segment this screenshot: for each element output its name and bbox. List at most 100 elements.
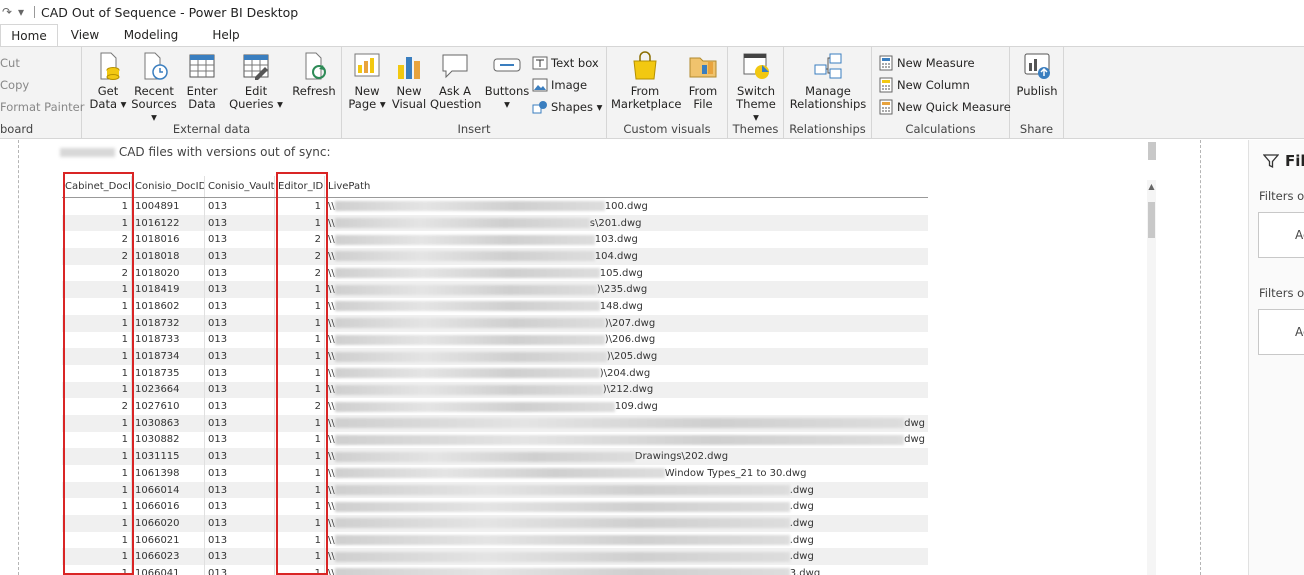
livepath-suffix: )\235.dwg bbox=[596, 284, 648, 296]
manage-relationships-button[interactable]: Manage Relationships bbox=[788, 51, 868, 111]
ask-question-label-1: Ask A bbox=[438, 84, 472, 98]
new-measure-button[interactable]: New Measure bbox=[878, 55, 975, 71]
column-header-conisio-vault[interactable]: Conisio_Vault bbox=[205, 176, 275, 197]
tab-help[interactable]: Help bbox=[190, 24, 262, 46]
new-quick-measure-label: New Quick Measure bbox=[897, 100, 1011, 114]
table-row[interactable]: 1 1018602 013 1 \\ 148.dwg bbox=[62, 298, 928, 315]
livepath-prefix: \\ bbox=[328, 467, 335, 479]
recent-sources-button[interactable]: Recent Sources ▾ bbox=[130, 51, 178, 124]
get-data-button[interactable]: Get Data ▾ bbox=[88, 51, 128, 111]
column-header-conisio-docid[interactable]: Conisio_DocID bbox=[132, 176, 205, 197]
table-row[interactable]: 1 1066041 013 1 \\ 3.dwg bbox=[62, 565, 928, 575]
marketplace-icon bbox=[633, 51, 657, 80]
table-row[interactable]: 1 1030863 013 1 \\ dwg bbox=[62, 414, 928, 432]
theme-icon bbox=[743, 53, 769, 79]
buttons-label: Buttons bbox=[484, 84, 530, 98]
recent-sources-icon bbox=[144, 52, 168, 80]
table-row[interactable]: 1 1066023 013 1 \\ .dwg bbox=[62, 548, 928, 566]
refresh-button[interactable]: Refresh bbox=[290, 51, 338, 98]
format-painter-button[interactable]: Format Painter bbox=[0, 100, 84, 114]
column-header-livepath[interactable]: LivePath bbox=[325, 176, 928, 197]
cell-livepath: \\ dwg bbox=[325, 415, 928, 432]
group-label-themes: Themes bbox=[732, 122, 779, 136]
cell-conisio-docid: 1023664 bbox=[132, 381, 205, 399]
table-row[interactable]: 1 1018732 013 1 \\)\207.dwg bbox=[62, 314, 928, 332]
text-box-button[interactable]: Text box bbox=[532, 55, 599, 71]
copy-button[interactable]: Copy bbox=[0, 78, 29, 92]
cell-conisio-docid: 1016122 bbox=[132, 214, 205, 232]
table-row[interactable]: 1 1018734 013 1 \\)\205.dwg bbox=[62, 348, 928, 365]
table-row[interactable]: 2 1018016 013 2 \\ 103.dwg bbox=[62, 231, 928, 249]
redacted-path bbox=[334, 201, 605, 212]
table-row[interactable]: 1 1030882 013 1 \\ dwg bbox=[62, 431, 928, 449]
tab-home[interactable]: Home bbox=[0, 24, 58, 46]
table-row[interactable]: 2 1027610 013 2 \\ 109.dwg bbox=[62, 398, 928, 415]
cell-livepath: \\ 109.dwg bbox=[325, 398, 928, 415]
cell-livepath: \\ )\205.dwg bbox=[325, 348, 928, 365]
new-column-button[interactable]: New Column bbox=[878, 77, 970, 93]
table-row[interactable]: 1 1061398 013 1 \\ Window Types_21 to 30.dwg bbox=[62, 465, 928, 482]
ask-question-button[interactable]: Ask A Question bbox=[430, 51, 481, 111]
redacted-path bbox=[334, 384, 603, 395]
publish-button[interactable]: Publish bbox=[1014, 51, 1060, 98]
cell-livepath: \\)\207.dwg bbox=[325, 315, 928, 332]
cell-conisio-docid: 1061398 bbox=[132, 465, 205, 482]
from-file-button[interactable]: From File bbox=[681, 51, 725, 111]
enter-data-button[interactable]: Enter Data bbox=[182, 51, 222, 111]
new-column-label: New Column bbox=[897, 78, 970, 92]
customize-quick-access-icon[interactable]: ▾ bbox=[14, 5, 28, 19]
buttons-button[interactable]: Buttons ▾ bbox=[482, 51, 532, 111]
report-canvas[interactable]: CAD files with versions out of sync: Cab… bbox=[0, 140, 1304, 575]
table-vertical-scrollbar[interactable]: ▲ bbox=[1147, 180, 1156, 575]
cell-livepath: \\ 148.dwg bbox=[325, 298, 928, 315]
tab-view[interactable]: View bbox=[58, 24, 112, 46]
switch-theme-button[interactable]: Switch Theme ▾ bbox=[732, 51, 780, 124]
table-row[interactable]: 2 1018018 013 2 \\ 104.dwg bbox=[62, 248, 928, 265]
cell-conisio-docid: 1066023 bbox=[132, 548, 205, 566]
table-row[interactable]: 1 1004891 013 1 \\ 100.dwg bbox=[62, 198, 928, 215]
image-button[interactable]: Image bbox=[532, 77, 587, 93]
redacted-path bbox=[334, 401, 615, 412]
cell-livepath: \\ .dwg bbox=[325, 548, 928, 565]
tab-modeling[interactable]: Modeling bbox=[112, 24, 190, 46]
livepath-prefix: \\ bbox=[328, 401, 335, 413]
table-row[interactable]: 1 1031115 013 1 \\ Drawings\202.dwg bbox=[62, 448, 928, 465]
livepath-prefix: \\ bbox=[328, 484, 335, 496]
data-table[interactable]: Cabinet_DocID Conisio_DocID Conisio_Vaul… bbox=[62, 176, 928, 575]
from-marketplace-button[interactable]: From Marketplace bbox=[611, 51, 681, 111]
redo-icon[interactable]: ↷ bbox=[0, 5, 14, 19]
new-visual-icon bbox=[398, 57, 420, 79]
table-row[interactable]: 1 1066021 013 1 \\ .dwg bbox=[62, 531, 928, 549]
livepath-prefix: \\ bbox=[328, 351, 335, 363]
livepath-suffix: )\205.dwg bbox=[606, 351, 658, 363]
edit-queries-button[interactable]: Edit Queries ▾ bbox=[228, 51, 284, 111]
table-row[interactable]: 1 1018419 013 1 \\)\235.dwg bbox=[62, 281, 928, 299]
table-row[interactable]: 1 1023664 013 1 \\)\212.dwg bbox=[62, 381, 928, 399]
redacted-path bbox=[334, 234, 595, 245]
group-label-calculations: Calculations bbox=[905, 122, 976, 136]
cut-button[interactable]: Cut bbox=[0, 56, 20, 70]
table-row[interactable]: 1 1018733 013 1 \\)\206.dwg bbox=[62, 331, 928, 349]
table-row[interactable]: 1 1066016 013 1 \\ .dwg bbox=[62, 498, 928, 516]
calculations-group: New Measure New Column New Quick Measure… bbox=[872, 47, 1011, 139]
new-quick-measure-button[interactable]: New Quick Measure bbox=[878, 99, 1011, 115]
new-page-button[interactable]: New Page ▾ bbox=[348, 51, 386, 111]
new-page-icon bbox=[354, 53, 380, 77]
calculator-icon bbox=[879, 77, 893, 93]
add-filter-field-2[interactable]: Ac bbox=[1258, 309, 1304, 355]
new-visual-button[interactable]: New Visual bbox=[390, 51, 428, 111]
table-row[interactable]: 1 1016122 013 1 \\ s\201.dwg bbox=[62, 214, 928, 232]
cell-livepath: \\ s\201.dwg bbox=[325, 215, 928, 232]
cell-livepath: \\)\204.dwg bbox=[325, 365, 928, 382]
livepath-suffix: .dwg bbox=[789, 501, 814, 513]
filters-on-visual-label: Filters or bbox=[1259, 189, 1304, 203]
shapes-button[interactable]: Shapes ▾ bbox=[532, 99, 602, 115]
canvas-scroll-thumb[interactable] bbox=[1148, 142, 1156, 160]
table-row[interactable]: 2 1018020 013 2 \\ 105.dwg bbox=[62, 264, 928, 282]
table-row[interactable]: 1 1018735 013 1 \\)\204.dwg bbox=[62, 364, 928, 382]
table-row[interactable]: 1 1066020 013 1 \\ .dwg bbox=[62, 515, 928, 532]
scroll-up-icon[interactable]: ▲ bbox=[1147, 182, 1156, 191]
table-row[interactable]: 1 1066014 013 1 \\ .dwg bbox=[62, 481, 928, 499]
scroll-thumb[interactable] bbox=[1148, 202, 1155, 238]
add-filter-field-1[interactable]: Ac bbox=[1258, 212, 1304, 258]
